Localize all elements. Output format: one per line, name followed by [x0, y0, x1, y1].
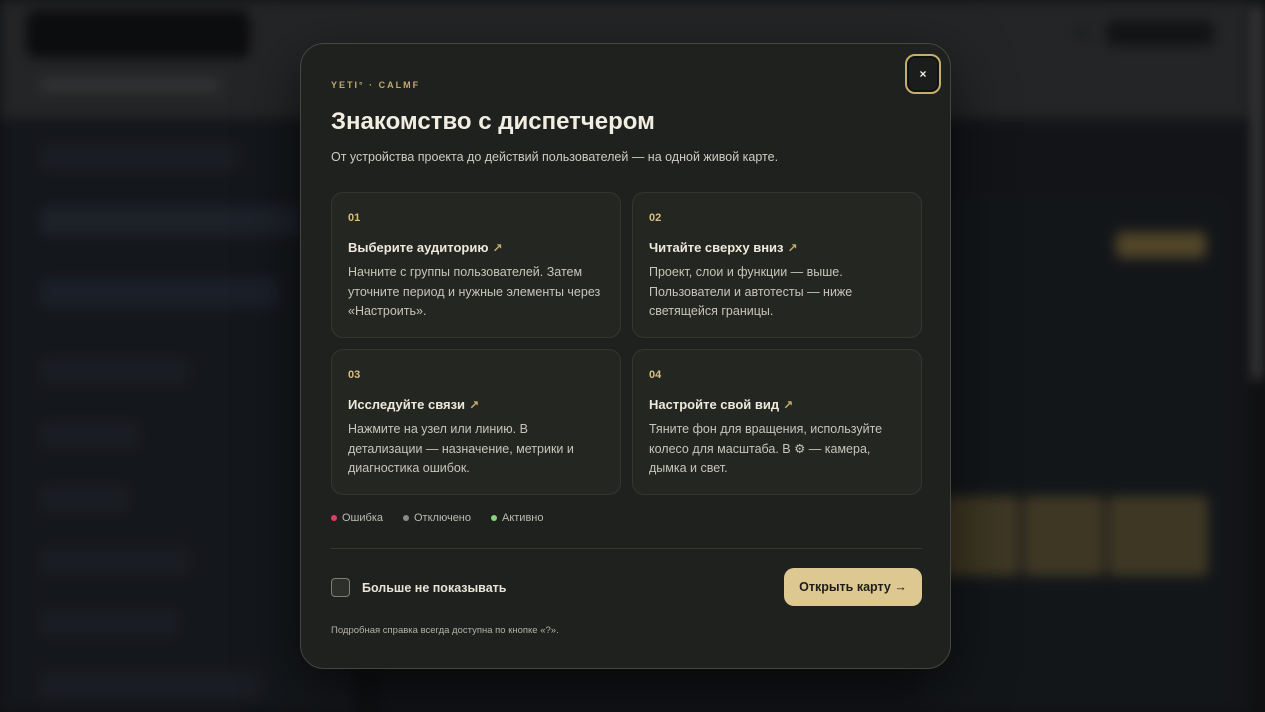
arrow-up-right-icon: ↗: [783, 397, 794, 412]
open-map-button[interactable]: Открыть карту →: [784, 568, 922, 606]
onboarding-dialog: YETI° · CALMF × Знакомство с диспетчером…: [300, 43, 951, 669]
step-text: Нажмите на узел или линию. В детализации…: [348, 422, 574, 475]
step-title: Исследуйте связи ↗: [348, 397, 604, 412]
legend-label: Ошибка: [342, 512, 383, 524]
step-title-text: Исследуйте связи: [348, 397, 466, 412]
step-card: 02 Читайте сверху вниз ↗ Проект, слои и …: [632, 192, 922, 338]
divider: [331, 548, 922, 549]
step-title: Выберите аудиторию ↗: [348, 240, 604, 255]
dont-show-again-checkbox[interactable]: [331, 578, 350, 597]
step-number: 02: [649, 212, 662, 224]
step-number: 03: [348, 369, 361, 381]
step-title-text: Настройте свой вид: [649, 397, 780, 412]
steps-grid: 01 Выберите аудиторию ↗ Начните с группы…: [331, 192, 922, 495]
step-title-text: Выберите аудиторию: [348, 240, 489, 255]
dialog-title: Знакомство с диспетчером: [331, 108, 655, 135]
step-title-text: Читайте сверху вниз: [649, 240, 784, 255]
help-footnote: Подробная справка всегда доступна по кно…: [331, 625, 559, 636]
step-card: 01 Выберите аудиторию ↗ Начните с группы…: [331, 192, 621, 338]
legend-item-error: Ошибка: [331, 512, 383, 524]
step-title: Настройте свой вид ↗: [649, 397, 905, 412]
dont-show-again-row[interactable]: Больше не показывать: [331, 578, 506, 597]
dialog-eyebrow: YETI° · CALMF: [331, 80, 421, 90]
active-dot-icon: [491, 515, 497, 521]
step-text: Тяните фон для вращения, используйте кол…: [649, 422, 883, 475]
arrow-up-right-icon: ↗: [469, 397, 480, 412]
step-number: 04: [649, 369, 662, 381]
step-text: Начните с группы пользователей. Затем ут…: [348, 265, 601, 318]
dont-show-again-label[interactable]: Больше не показывать: [362, 581, 506, 595]
step-number: 01: [348, 212, 361, 224]
step-title: Читайте сверху вниз ↗: [649, 240, 905, 255]
step-text: Проект, слои и функции — выше. Пользоват…: [649, 265, 853, 318]
legend-item-disabled: Отключено: [403, 512, 471, 524]
status-legend: Ошибка Отключено Активно: [331, 512, 544, 524]
legend-item-active: Активно: [491, 512, 544, 524]
legend-label: Активно: [502, 512, 544, 524]
dialog-subtitle: От устройства проекта до действий пользо…: [331, 150, 779, 164]
close-button[interactable]: ×: [905, 54, 941, 94]
step-card: 04 Настройте свой вид ↗ Тяните фон для в…: [632, 349, 922, 495]
error-dot-icon: [331, 515, 337, 521]
close-icon: ×: [919, 67, 927, 81]
step-card: 03 Исследуйте связи ↗ Нажмите на узел ил…: [331, 349, 621, 495]
legend-label: Отключено: [414, 512, 471, 524]
arrow-up-right-icon: ↗: [492, 240, 503, 255]
arrow-up-right-icon: ↗: [787, 240, 798, 255]
disabled-dot-icon: [403, 515, 409, 521]
